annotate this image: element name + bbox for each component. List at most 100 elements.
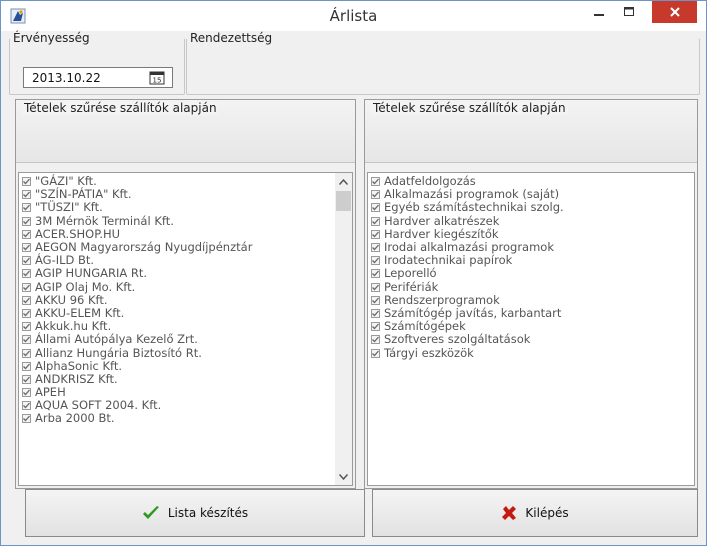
- list-item[interactable]: AKKU-ELEM Kft.: [22, 306, 332, 320]
- list-item-label: AlphaSonic Kft.: [35, 358, 123, 373]
- checkbox-checked-icon[interactable]: [371, 269, 380, 279]
- checkbox-checked-icon[interactable]: [371, 190, 380, 200]
- list-item[interactable]: AGIP Olaj Mo. Kft.: [22, 279, 332, 294]
- list-item[interactable]: Irodatechnikai papírok: [371, 254, 674, 267]
- list-item[interactable]: APEH: [22, 386, 332, 399]
- list-item[interactable]: Arba 2000 Bt.: [22, 412, 332, 425]
- checkbox-checked-icon[interactable]: [22, 335, 31, 345]
- list-item-label: Irodai alkalmazási programok: [384, 240, 555, 255]
- list-item[interactable]: Hardver alkatrészek: [371, 214, 674, 228]
- order-legend: Rendezettség: [190, 31, 273, 45]
- checkbox-checked-icon[interactable]: [22, 374, 31, 384]
- list-item[interactable]: AGIP HUNGARIA Rt.: [22, 267, 332, 280]
- make-list-button[interactable]: Lista készítés: [25, 489, 365, 537]
- scroll-up-arrow-icon[interactable]: [335, 173, 352, 190]
- list-item[interactable]: Tárgyi eszközök: [371, 346, 674, 359]
- list-item[interactable]: Perifériák: [371, 280, 674, 294]
- list-item[interactable]: Adatfeldolgozás: [371, 175, 674, 188]
- checkbox-checked-icon[interactable]: [22, 308, 31, 318]
- checkbox-checked-icon[interactable]: [371, 229, 380, 239]
- list-item-label: ACER.SHOP.HU: [35, 226, 121, 241]
- checkbox-checked-icon[interactable]: [371, 203, 380, 213]
- categories-panel: Tételek szűrése szállítók alapján Adatfe…: [364, 99, 698, 489]
- checkbox-checked-icon[interactable]: [22, 388, 31, 398]
- checkbox-checked-icon[interactable]: [22, 256, 31, 266]
- title-bar[interactable]: Árlista: [1, 1, 706, 31]
- list-item[interactable]: 3M Mérnök Terminál Kft.: [22, 214, 332, 228]
- list-item[interactable]: AQUA SOFT 2004. Kft.: [22, 399, 332, 412]
- checkbox-checked-icon[interactable]: [22, 190, 31, 200]
- list-item[interactable]: ÁG-ILD Bt.: [22, 254, 332, 267]
- validity-legend: Érvényesség: [13, 31, 90, 45]
- checkbox-checked-icon[interactable]: [371, 256, 380, 266]
- close-button[interactable]: [652, 1, 697, 23]
- date-picker[interactable]: 2013.10.22 15: [23, 67, 173, 88]
- minimize-button[interactable]: [584, 1, 614, 23]
- list-item[interactable]: "TÜSZI" Kft.: [22, 201, 332, 214]
- suppliers-scrollbar[interactable]: [335, 173, 352, 485]
- list-item[interactable]: Számítógépek: [371, 320, 674, 333]
- checkbox-checked-icon[interactable]: [22, 282, 31, 292]
- suppliers-list[interactable]: "GÁZI" Kft. "SZÍN-PÁTIA" Kft. "TÜSZI" Kft.…: [18, 172, 353, 486]
- list-item[interactable]: AlphaSonic Kft.: [22, 358, 332, 373]
- maximize-button[interactable]: [614, 1, 644, 23]
- checkbox-checked-icon[interactable]: [22, 322, 31, 332]
- list-item[interactable]: Egyéb számítástechnikai szolg.: [371, 201, 674, 214]
- checkbox-checked-icon[interactable]: [371, 295, 380, 305]
- list-item[interactable]: ANDKRISZ Kft.: [22, 372, 332, 386]
- list-item[interactable]: Alkalmazási programok (saját): [371, 188, 674, 201]
- scrollbar-thumb[interactable]: [336, 191, 351, 211]
- checkbox-checked-icon[interactable]: [371, 243, 380, 253]
- checkbox-checked-icon[interactable]: [22, 401, 31, 411]
- checkbox-checked-icon[interactable]: [371, 348, 380, 358]
- list-item[interactable]: Rendszerprogramok: [371, 293, 674, 307]
- checkbox-checked-icon[interactable]: [371, 216, 380, 226]
- categories-list[interactable]: Adatfeldolgozás Alkalmazási programok (sa…: [367, 172, 695, 486]
- checkbox-checked-icon[interactable]: [371, 335, 380, 345]
- list-item[interactable]: Leporelló: [371, 267, 674, 280]
- list-item[interactable]: Allianz Hungária Biztosító Rt.: [22, 346, 332, 359]
- list-item-label: AGIP HUNGARIA Rt.: [35, 266, 148, 281]
- checkbox-checked-icon[interactable]: [22, 229, 31, 239]
- list-item[interactable]: Hardver kiegészítők: [371, 226, 674, 241]
- list-item[interactable]: Szoftveres szolgáltatások: [371, 333, 674, 346]
- list-item-label: Arba 2000 Bt.: [35, 411, 115, 426]
- calendar-button[interactable]: 15: [146, 70, 168, 86]
- checkbox-checked-icon[interactable]: [22, 361, 31, 371]
- list-item-label: Szoftveres szolgáltatások: [384, 332, 531, 347]
- list-item[interactable]: Irodai alkalmazási programok: [371, 241, 674, 254]
- checkbox-checked-icon[interactable]: [22, 243, 31, 253]
- make-list-label: Lista készítés: [167, 506, 249, 520]
- checkbox-checked-icon[interactable]: [371, 177, 380, 187]
- minimize-icon: [594, 14, 604, 16]
- list-item[interactable]: AKKU 96 Kft.: [22, 293, 332, 307]
- list-item-label: Leporelló: [384, 266, 437, 281]
- checkbox-checked-icon[interactable]: [22, 177, 31, 187]
- close-icon: [669, 7, 680, 17]
- checkbox-checked-icon[interactable]: [371, 308, 380, 318]
- calendar-icon: 15: [149, 71, 165, 85]
- checkbox-checked-icon[interactable]: [371, 322, 380, 332]
- suppliers-panel-title: Tételek szűrése szállítók alapján: [22, 101, 219, 115]
- categories-list-items: Adatfeldolgozás Alkalmazási programok (sa…: [371, 175, 674, 360]
- exit-button[interactable]: Kilépés: [372, 489, 698, 537]
- checkbox-checked-icon[interactable]: [22, 348, 31, 358]
- checkbox-checked-icon[interactable]: [371, 282, 380, 292]
- list-item-label: Adatfeldolgozás: [384, 174, 476, 189]
- checkbox-checked-icon[interactable]: [22, 414, 31, 424]
- checkbox-checked-icon[interactable]: [22, 216, 31, 226]
- list-item-label: Hardver kiegészítők: [384, 226, 499, 241]
- scroll-down-arrow-icon[interactable]: [335, 468, 352, 485]
- suppliers-panel-header: Tételek szűrése szállítók alapján: [16, 100, 355, 163]
- list-item-label: Állami Autópálya Kezelő Zrt.: [35, 332, 198, 347]
- list-item[interactable]: Számítógép javítás, karbantart: [371, 306, 674, 320]
- date-value[interactable]: 2013.10.22: [32, 71, 101, 85]
- list-item-label: Irodatechnikai papírok: [384, 253, 513, 268]
- list-item-label: Tárgyi eszközök: [384, 345, 474, 360]
- list-item[interactable]: ACER.SHOP.HU: [22, 226, 332, 241]
- list-item-label: AGIP Olaj Mo. Kft.: [35, 279, 136, 294]
- checkbox-checked-icon[interactable]: [22, 295, 31, 305]
- list-item[interactable]: Állami Autópálya Kezelő Zrt.: [22, 333, 332, 346]
- checkbox-checked-icon[interactable]: [22, 269, 31, 279]
- checkbox-checked-icon[interactable]: [22, 203, 31, 213]
